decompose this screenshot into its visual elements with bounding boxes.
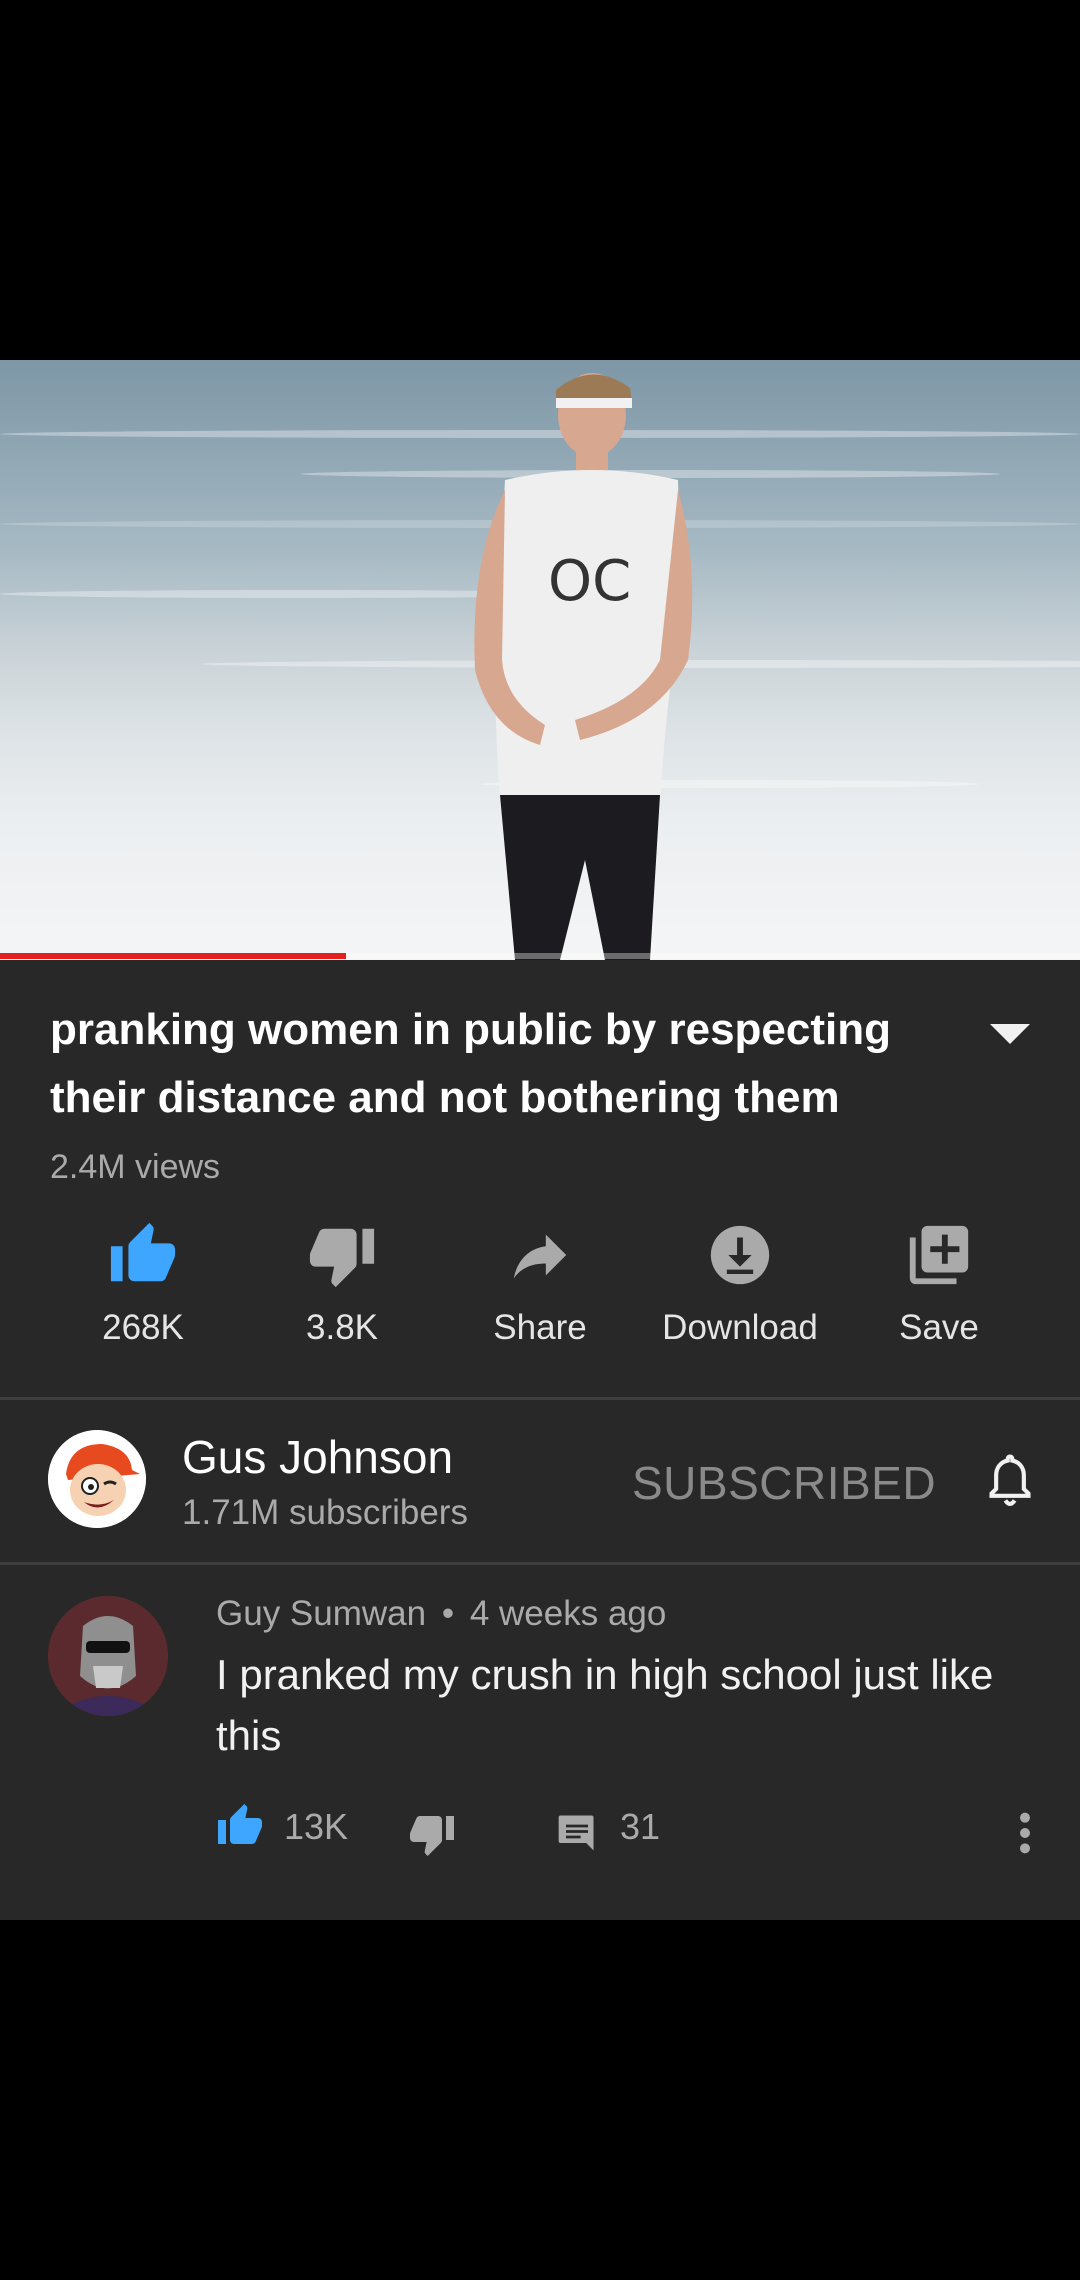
video-progress-played [0, 953, 346, 959]
download-button[interactable]: Download [640, 1220, 840, 1348]
save-label: Save [899, 1308, 979, 1347]
download-label: Download [662, 1308, 818, 1347]
video-player[interactable]: OC [0, 360, 1080, 960]
download-icon [710, 1225, 770, 1285]
channel-name[interactable]: Gus Johnson [182, 1430, 453, 1484]
shirt-text: OC [548, 549, 631, 614]
subscribed-button[interactable]: SUBSCRIBED [632, 1456, 936, 1510]
divider [0, 1397, 1080, 1400]
view-count: 2.4M views [50, 1148, 221, 1186]
action-bar: 268K 3.8K Share Download Save [0, 1220, 1080, 1350]
subscriber-count: 1.71M subscribers [182, 1493, 468, 1532]
bell-icon[interactable] [982, 1452, 1038, 1512]
divider [0, 1562, 1080, 1565]
thumb-down-icon [309, 1228, 375, 1288]
like-button[interactable]: 268K [43, 1220, 243, 1348]
cartoon-face-icon [48, 1430, 146, 1528]
comment-like-count: 13K [284, 1806, 349, 1847]
channel-avatar[interactable] [48, 1430, 146, 1528]
comment-like-icon[interactable] [216, 1802, 264, 1850]
playlist-add-icon [909, 1225, 969, 1285]
comment-meta: Guy Sumwan • 4 weeks ago [216, 1594, 666, 1634]
dislike-count: 3.8K [306, 1308, 378, 1347]
comment-separator: • [441, 1594, 455, 1633]
chevron-down-icon[interactable] [988, 1020, 1032, 1048]
comment-author[interactable]: Guy Sumwan [216, 1594, 426, 1633]
like-count: 268K [102, 1308, 184, 1347]
comment-reply-count: 31 [620, 1806, 661, 1847]
masked-face-icon [48, 1596, 168, 1716]
save-button[interactable]: Save [839, 1220, 1039, 1348]
thumb-up-filled-icon [110, 1222, 176, 1282]
more-vert-icon[interactable] [1014, 1810, 1036, 1856]
dislike-button[interactable]: 3.8K [242, 1220, 442, 1348]
comment-age: 4 weeks ago [469, 1594, 667, 1633]
video-info-panel: pranking women in public by respecting t… [0, 960, 1080, 1920]
video-progress-bar[interactable] [0, 953, 1080, 959]
share-arrow-icon [513, 1234, 567, 1279]
video-frame-person: OC [474, 373, 693, 960]
comment-reply-icon[interactable] [554, 1810, 600, 1854]
share-label: Share [493, 1308, 587, 1347]
comment-avatar[interactable] [48, 1596, 168, 1716]
share-button[interactable]: Share [440, 1220, 640, 1348]
comment-dislike-icon[interactable] [408, 1810, 456, 1858]
comment-text: I pranked my crush in high school just l… [216, 1651, 994, 1759]
video-title[interactable]: pranking women in public by respecting t… [50, 996, 950, 1132]
